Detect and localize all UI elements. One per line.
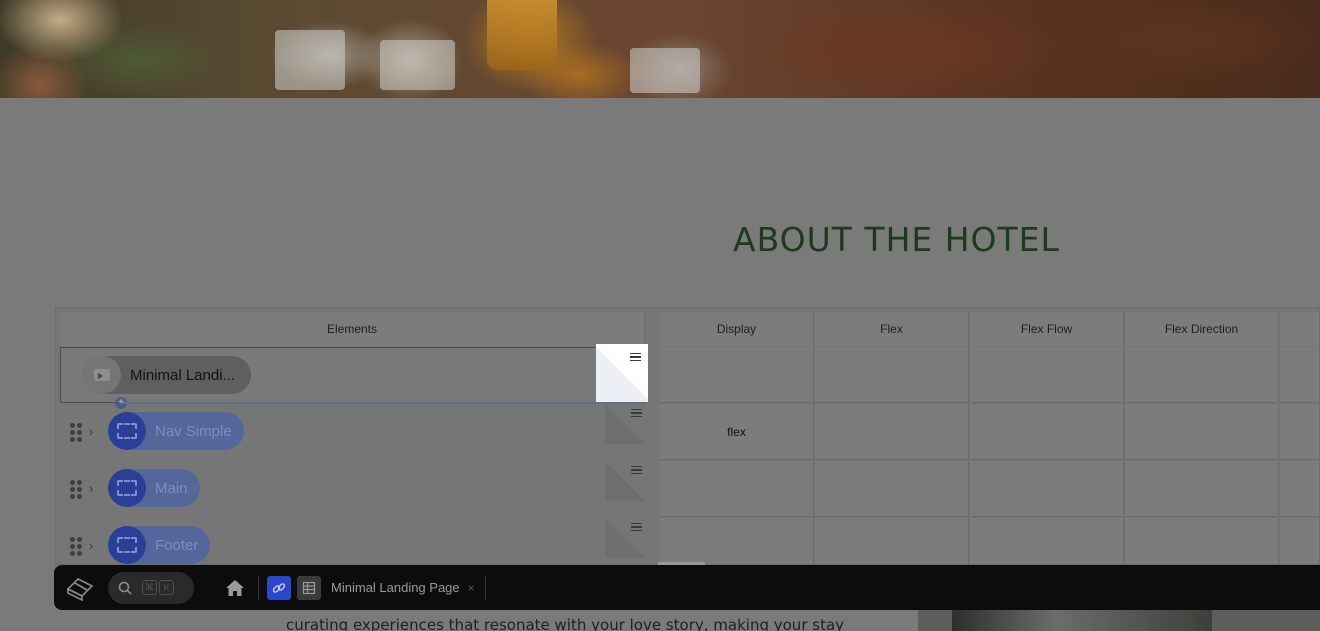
search-button[interactable]: ⌘ K [108,571,194,604]
cell-more[interactable] [1280,461,1319,517]
shortcut-key: K [159,580,174,595]
cell-display[interactable]: flex [660,404,814,460]
close-tab-icon[interactable]: × [468,581,475,595]
cell-display[interactable] [660,347,814,403]
cell-flex-flow[interactable] [970,518,1124,564]
element-pill[interactable]: Footer [108,526,211,564]
search-icon [118,581,132,595]
element-label: Main [155,479,188,497]
frame-icon [108,526,146,564]
column-header-flex-direction: Flex Direction [1125,312,1279,346]
chevron-right-icon[interactable]: › [89,538,93,553]
cell-more[interactable] [1280,347,1319,403]
table-icon[interactable] [297,575,321,600]
element-label: Footer [155,536,199,554]
cell-flex-flow[interactable] [970,461,1124,517]
element-pill[interactable]: Main [108,469,200,507]
cell-flex-direction[interactable] [1125,404,1279,460]
row-menu-icon[interactable] [631,466,642,474]
bottom-dock: ⌘ K Minimal Landing Page × [54,565,1320,610]
element-pill[interactable]: Nav Simple [108,412,244,450]
shortcut-hint: ⌘ K [142,580,174,595]
drag-handle-icon[interactable] [70,423,82,442]
row-menu-icon[interactable] [630,353,641,361]
divider [258,574,259,601]
frame-icon [108,412,146,450]
column-header-more [1280,312,1319,346]
element-row[interactable]: › Footer [60,518,645,564]
cell-display[interactable] [660,518,814,564]
column-header-display: Display [660,312,814,346]
page-heading: ABOUT THE HOTEL [733,220,1060,259]
cell-flex-flow[interactable] [970,347,1124,403]
drag-handle-icon[interactable] [70,537,82,556]
element-row[interactable]: › Nav Simple [60,404,645,460]
cell-flex-direction[interactable] [1125,518,1279,564]
hotel-photo [918,610,1320,631]
column-header-flex: Flex [815,312,969,346]
element-label: Minimal Landi... [130,366,236,384]
column-header-flex-flow: Flex Flow [970,312,1124,346]
app-logo-icon[interactable] [54,565,106,610]
page-icon [83,356,121,394]
hero-photo [0,0,1320,98]
cell-more[interactable] [1280,404,1319,460]
ice-cube-shape [380,40,455,90]
row-menu-icon[interactable] [631,409,642,417]
about-paragraph: curating experiences that resonate with … [286,616,845,631]
drag-handle-icon[interactable] [70,480,82,499]
shortcut-key: ⌘ [142,580,157,595]
element-row-root[interactable]: Minimal Landi... + [60,344,648,409]
cell-display[interactable] [660,461,814,517]
cell-flex[interactable] [815,518,969,564]
cell-flex[interactable] [815,404,969,460]
cell-flex[interactable] [815,347,969,403]
open-tab-label[interactable]: Minimal Landing Page [331,580,460,595]
element-label: Nav Simple [155,422,232,440]
chevron-right-icon[interactable]: › [89,481,93,496]
ice-cube-shape [275,30,345,90]
frame-icon [108,469,146,507]
cell-flex[interactable] [815,461,969,517]
element-row[interactable]: › Main [60,461,645,517]
chevron-right-icon[interactable]: › [89,424,93,439]
divider [484,574,486,601]
column-header-elements: Elements [60,312,645,346]
cell-flex-direction[interactable] [1125,347,1279,403]
juice-glass-shape [487,0,557,70]
home-icon[interactable] [222,579,248,597]
structure-panel: Elements Display Flex Flex Flow Flex Dir… [55,307,1320,565]
cell-more[interactable] [1280,518,1319,564]
ice-cube-shape [630,48,700,93]
cell-flex-direction[interactable] [1125,461,1279,517]
row-menu-icon[interactable] [631,523,642,531]
link-icon[interactable] [267,575,291,600]
element-pill-root[interactable]: Minimal Landi... [83,356,252,394]
cell-flex-flow[interactable] [970,404,1124,460]
